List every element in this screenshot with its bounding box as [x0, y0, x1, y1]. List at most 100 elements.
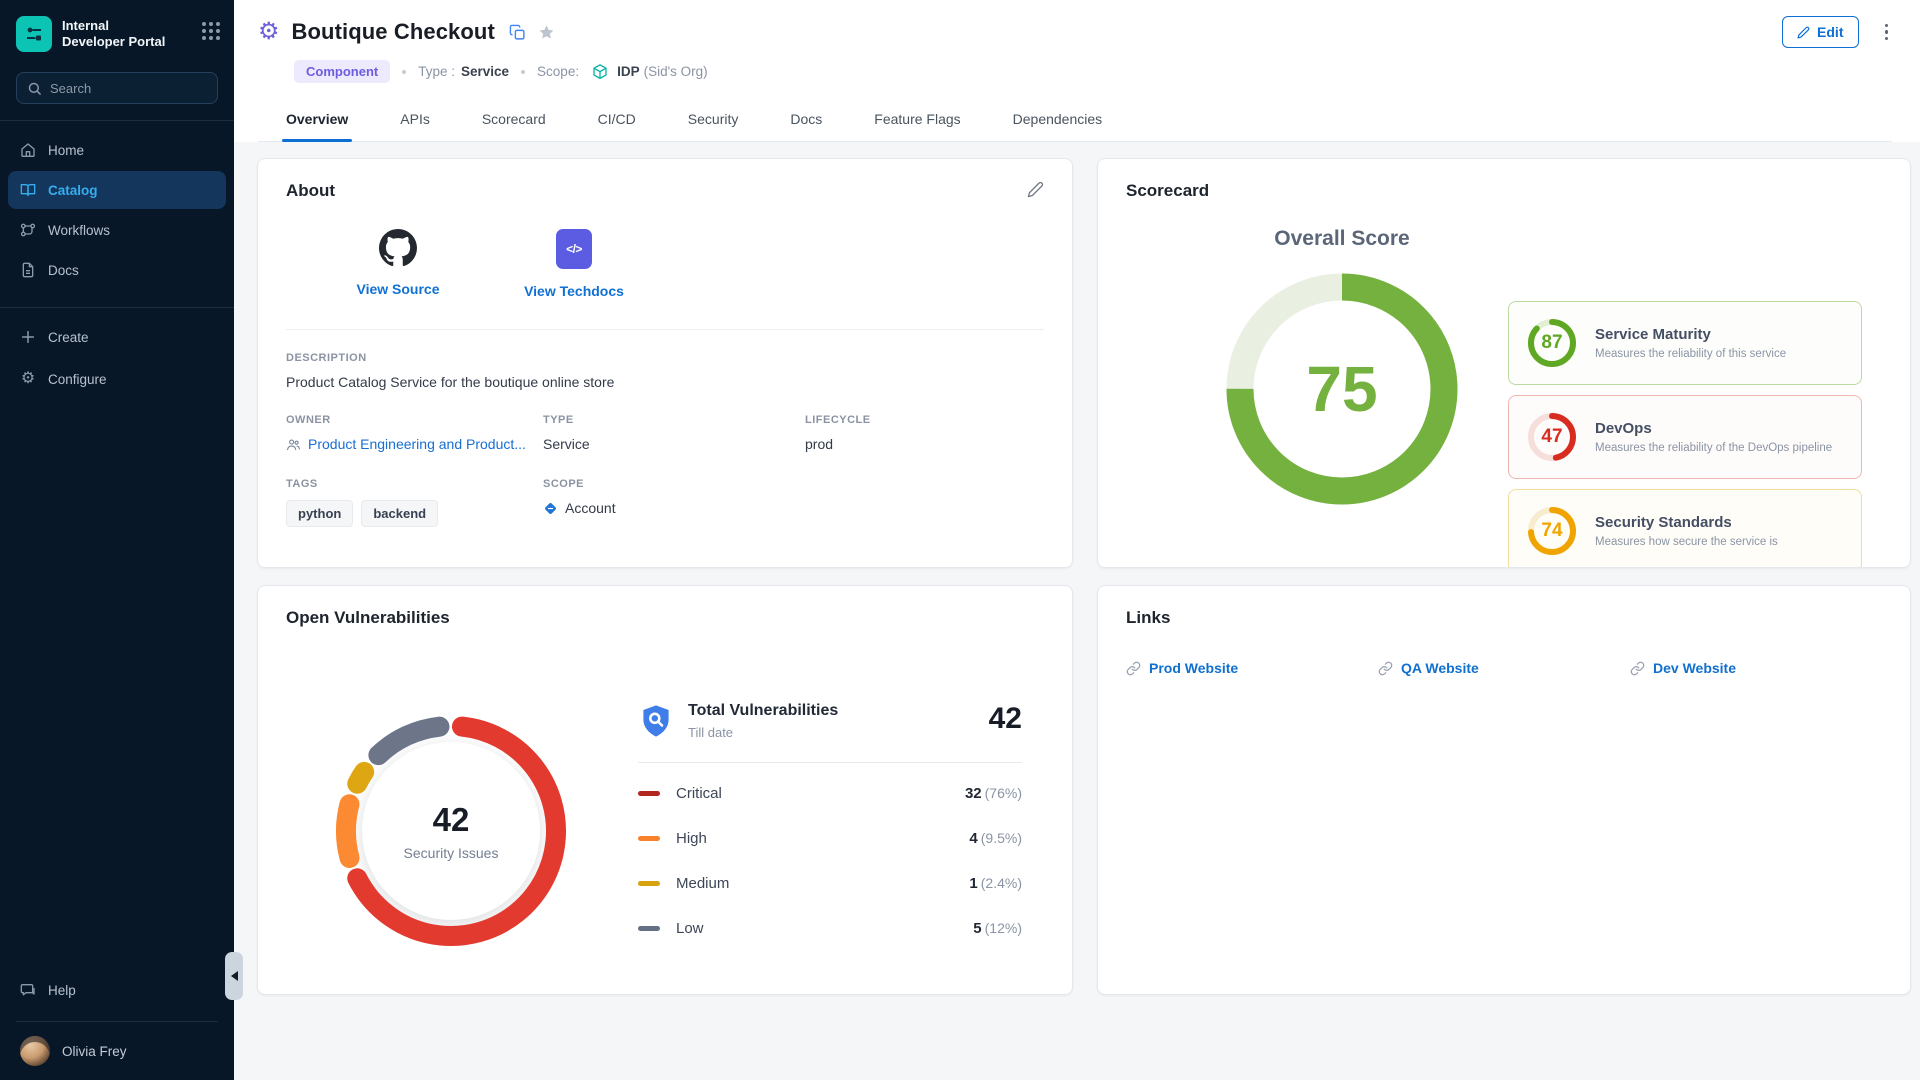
- about-card: About View Source </> View Techdocs DESC…: [257, 158, 1073, 568]
- view-techdocs-link[interactable]: View Techdocs: [524, 283, 624, 299]
- page-title: Boutique Checkout: [292, 19, 495, 45]
- copy-icon[interactable]: [509, 24, 526, 41]
- tags-label: TAGS: [286, 478, 543, 490]
- lifecycle-label: LIFECYCLE: [805, 414, 1044, 426]
- chevron-left-icon: [231, 971, 238, 981]
- sidebar-item-label: Configure: [48, 372, 107, 387]
- link-dev-website[interactable]: Dev Website: [1630, 660, 1882, 676]
- sidebar-item-label: Home: [48, 143, 84, 158]
- sidebar-item-label: Workflows: [48, 223, 110, 238]
- plus-icon: [20, 329, 36, 345]
- kind-badge: Component: [294, 60, 390, 83]
- sidebar-item-workflows[interactable]: Workflows: [8, 211, 226, 249]
- user-name: Olivia Frey: [62, 1044, 127, 1059]
- search-icon: [27, 81, 42, 96]
- sidebar-item-label: Create: [48, 330, 89, 345]
- score-ring: 47: [1525, 410, 1579, 464]
- links-card: Links Prod Website QA Website Dev Websit…: [1097, 585, 1911, 995]
- description-value: Product Catalog Service for the boutique…: [286, 374, 1044, 390]
- tab-cicd[interactable]: CI/CD: [594, 101, 640, 141]
- tab-bar: Overview APIs Scorecard CI/CD Security D…: [258, 101, 1892, 142]
- home-icon: [20, 142, 36, 158]
- tab-dependencies[interactable]: Dependencies: [1009, 101, 1107, 141]
- sidebar-item-docs[interactable]: Docs: [8, 251, 226, 289]
- type-label: Type :: [418, 64, 455, 79]
- tab-overview[interactable]: Overview: [282, 101, 352, 141]
- scope-label: Scope:: [537, 64, 579, 79]
- scope-field-value: Account: [565, 500, 616, 516]
- sidebar-item-home[interactable]: Home: [8, 131, 226, 169]
- github-icon: [379, 229, 417, 267]
- sidebar-item-create[interactable]: Create: [8, 318, 226, 356]
- type-field-value: Service: [543, 436, 805, 452]
- total-vulnerabilities-title: Total Vulnerabilities: [688, 702, 838, 720]
- scope-org: (Sid's Org): [644, 64, 708, 79]
- search-input[interactable]: [50, 81, 207, 96]
- link-qa-website[interactable]: QA Website: [1378, 660, 1630, 676]
- critical-dash-icon: [638, 791, 660, 796]
- vulnerabilities-donut: 42 Security Issues: [326, 706, 576, 956]
- owner-label: OWNER: [286, 414, 543, 426]
- sidebar-item-catalog[interactable]: Catalog: [8, 171, 226, 209]
- link-icon: [1630, 661, 1645, 676]
- low-dash-icon: [638, 926, 660, 931]
- catalog-icon: [20, 182, 36, 198]
- more-menu-icon[interactable]: [1881, 20, 1893, 45]
- user-avatar: [20, 1036, 50, 1066]
- workflows-icon: [20, 222, 36, 238]
- score-ring: 87: [1525, 316, 1579, 370]
- scorecard-card: Scorecard Overall Score 75: [1097, 158, 1911, 568]
- page-header: ⚙ Boutique Checkout Edit Component Type …: [234, 0, 1920, 142]
- tag-chip[interactable]: python: [286, 500, 353, 527]
- tag-chip[interactable]: backend: [361, 500, 438, 527]
- total-vulnerabilities-subtitle: Till date: [688, 725, 838, 740]
- scorecard-item-service-maturity[interactable]: 87 Service Maturity Measures the reliabi…: [1508, 301, 1862, 385]
- lifecycle-value: prod: [805, 436, 1044, 452]
- score-ring: 74: [1525, 504, 1579, 558]
- sidebar-collapse-handle[interactable]: [225, 952, 243, 1000]
- sidebar-item-label: Catalog: [48, 183, 98, 198]
- about-title: About: [286, 181, 335, 201]
- vuln-row-medium: Medium 1(2.4%): [638, 861, 1022, 906]
- scope-value[interactable]: IDP: [617, 64, 640, 79]
- sidebar-item-configure[interactable]: ⚙ Configure: [8, 360, 226, 398]
- overall-score-label: Overall Score: [1192, 227, 1492, 251]
- star-icon[interactable]: [538, 24, 555, 41]
- tab-feature-flags[interactable]: Feature Flags: [870, 101, 964, 141]
- medium-dash-icon: [638, 881, 660, 886]
- apps-grid-icon[interactable]: [202, 22, 220, 40]
- tab-security[interactable]: Security: [684, 101, 743, 141]
- link-prod-website[interactable]: Prod Website: [1126, 660, 1378, 676]
- scorecard-item-security-standards[interactable]: 74 Security Standards Measures how secur…: [1508, 489, 1862, 568]
- vuln-row-critical: Critical 32(76%): [638, 771, 1022, 816]
- link-icon: [1378, 661, 1393, 676]
- sidebar-item-label: Docs: [48, 263, 79, 278]
- tab-scorecard[interactable]: Scorecard: [478, 101, 550, 141]
- edit-button[interactable]: Edit: [1782, 16, 1858, 48]
- vuln-row-high: High 4(9.5%): [638, 816, 1022, 861]
- high-dash-icon: [638, 836, 660, 841]
- sidebar-item-help[interactable]: Help: [8, 971, 226, 1009]
- about-edit-icon[interactable]: [1027, 181, 1044, 203]
- overall-score-ring: 75: [1224, 271, 1460, 507]
- type-value: Service: [461, 64, 509, 79]
- type-field-label: TYPE: [543, 414, 805, 426]
- tab-docs[interactable]: Docs: [786, 101, 826, 141]
- user-menu[interactable]: Olivia Frey: [0, 1026, 234, 1066]
- owner-link[interactable]: Product Engineering and Product...: [286, 436, 543, 452]
- links-title: Links: [1126, 608, 1882, 628]
- sidebar-nav: Home Catalog Workflows Docs: [0, 129, 234, 291]
- scope-cube-icon: [591, 63, 609, 81]
- group-icon: [286, 437, 301, 452]
- help-chat-icon: [20, 982, 36, 998]
- app-logo-icon: [16, 16, 52, 52]
- search-box[interactable]: [16, 72, 218, 104]
- tab-apis[interactable]: APIs: [396, 101, 434, 141]
- scorecard-item-devops[interactable]: 47 DevOps Measures the reliability of th…: [1508, 395, 1862, 479]
- component-gear-icon: ⚙: [258, 20, 280, 44]
- vuln-row-low: Low 5(12%): [638, 906, 1022, 951]
- account-icon: [543, 501, 558, 516]
- docs-icon: [20, 262, 36, 278]
- scorecard-title: Scorecard: [1126, 181, 1882, 201]
- view-source-link[interactable]: View Source: [356, 281, 439, 297]
